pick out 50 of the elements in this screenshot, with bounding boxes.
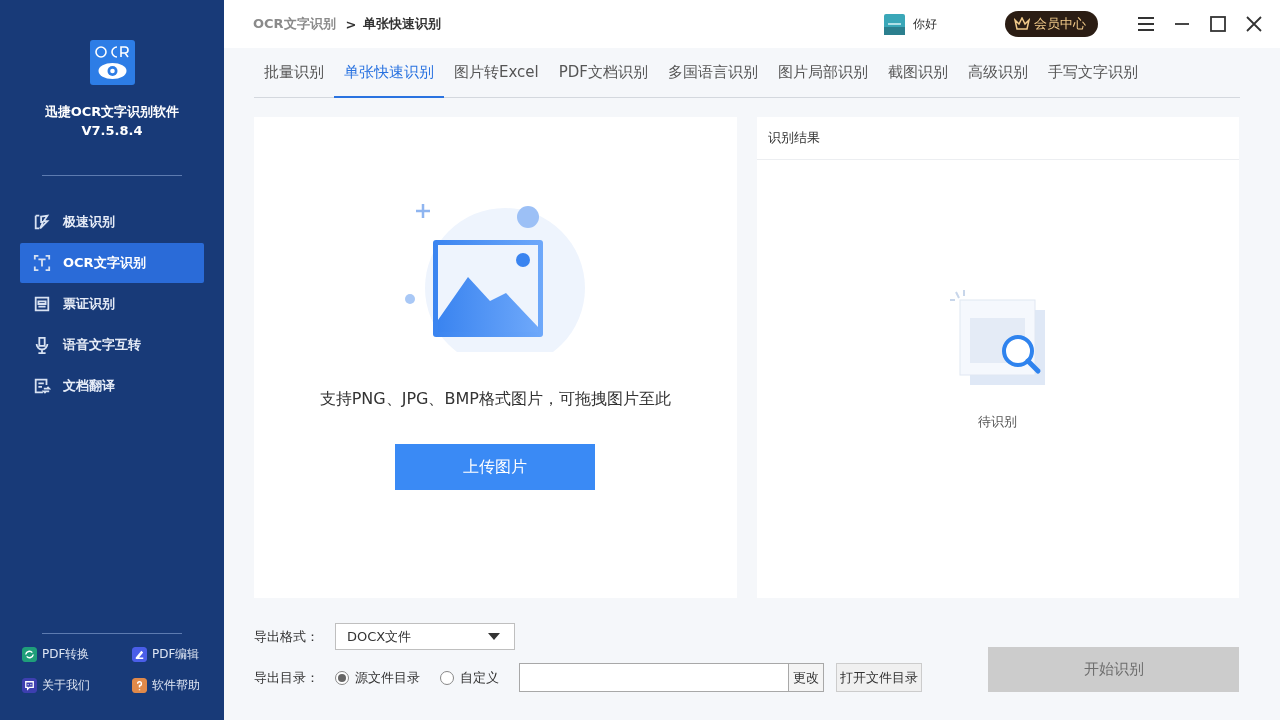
vip-center-button[interactable]: 会员中心	[1005, 11, 1098, 37]
user-greeting: 你好	[913, 15, 937, 33]
tab[interactable]: PDF文档识别	[548, 48, 658, 98]
tab[interactable]: 图片局部识别	[767, 48, 878, 98]
breadcrumb-separator: >	[345, 16, 357, 32]
sidebar-item[interactable]: OCR文字识别	[20, 243, 204, 283]
sidebar-item-icon	[33, 295, 51, 313]
sidebar-item[interactable]: 语音文字互转	[20, 325, 204, 365]
tab[interactable]: 多国语言识别	[657, 48, 768, 98]
upload-drop-area[interactable]: 支持PNG、JPG、BMP格式图片，可拖拽图片至此 上传图片	[254, 117, 737, 598]
sidebar-item-icon	[33, 336, 51, 354]
result-panel-title: 识别结果	[756, 117, 1239, 160]
format-dropdown[interactable]: DOCX文件	[335, 623, 515, 650]
open-folder-button[interactable]: 打开文件目录	[836, 663, 922, 692]
app-version: V7.5.8.4	[81, 123, 143, 138]
format-label: 导出格式：	[254, 627, 320, 646]
sidebar-item-icon	[33, 254, 51, 272]
caret-icon	[488, 633, 500, 640]
footer-link[interactable]: PDF转换	[22, 646, 132, 663]
upload-hint: 支持PNG、JPG、BMP格式图片，可拖拽图片至此	[319, 389, 671, 410]
sidebar-item[interactable]: 票证识别	[20, 284, 204, 324]
sidebar-item[interactable]: 极速识别	[20, 202, 204, 242]
directory-label: 导出目录：	[254, 668, 320, 687]
footer-link[interactable]: PDF编辑	[132, 646, 222, 663]
tab[interactable]: 截图识别	[877, 48, 958, 98]
radio-icon[interactable]	[335, 670, 349, 685]
result-status: 待识别	[978, 413, 1018, 431]
directory-path-field[interactable]	[519, 663, 789, 692]
tab[interactable]: 手写文字识别	[1037, 48, 1148, 98]
footer-link[interactable]: 软件帮助	[132, 677, 222, 694]
crown-icon	[1014, 17, 1030, 31]
radio-icon[interactable]	[440, 670, 454, 685]
avatar-icon[interactable]	[884, 13, 905, 35]
menu-icon[interactable]	[1136, 14, 1156, 34]
directory-radio-option[interactable]: 自定义	[440, 668, 499, 687]
tab[interactable]: 批量识别	[254, 48, 334, 98]
sidebar-item[interactable]: 文档翻译	[20, 366, 204, 406]
tab[interactable]: 图片转Excel	[444, 48, 549, 98]
footer-link[interactable]: 关于我们	[22, 677, 132, 694]
tab[interactable]: 高级识别	[957, 48, 1038, 98]
directory-radio-option[interactable]: 源文件目录	[335, 668, 420, 687]
close-icon[interactable]	[1244, 14, 1264, 34]
maximize-icon[interactable]	[1208, 14, 1228, 34]
app-name: 迅捷OCR文字识别软件	[44, 103, 180, 121]
tab[interactable]: 单张快速识别	[334, 48, 444, 98]
sidebar-item-icon	[33, 377, 51, 395]
change-button[interactable]: 更改	[789, 663, 824, 692]
breadcrumb-current: 单张快速识别	[362, 15, 441, 33]
sidebar-item-icon	[33, 213, 51, 231]
ocr-eye-logo-icon	[89, 40, 135, 85]
